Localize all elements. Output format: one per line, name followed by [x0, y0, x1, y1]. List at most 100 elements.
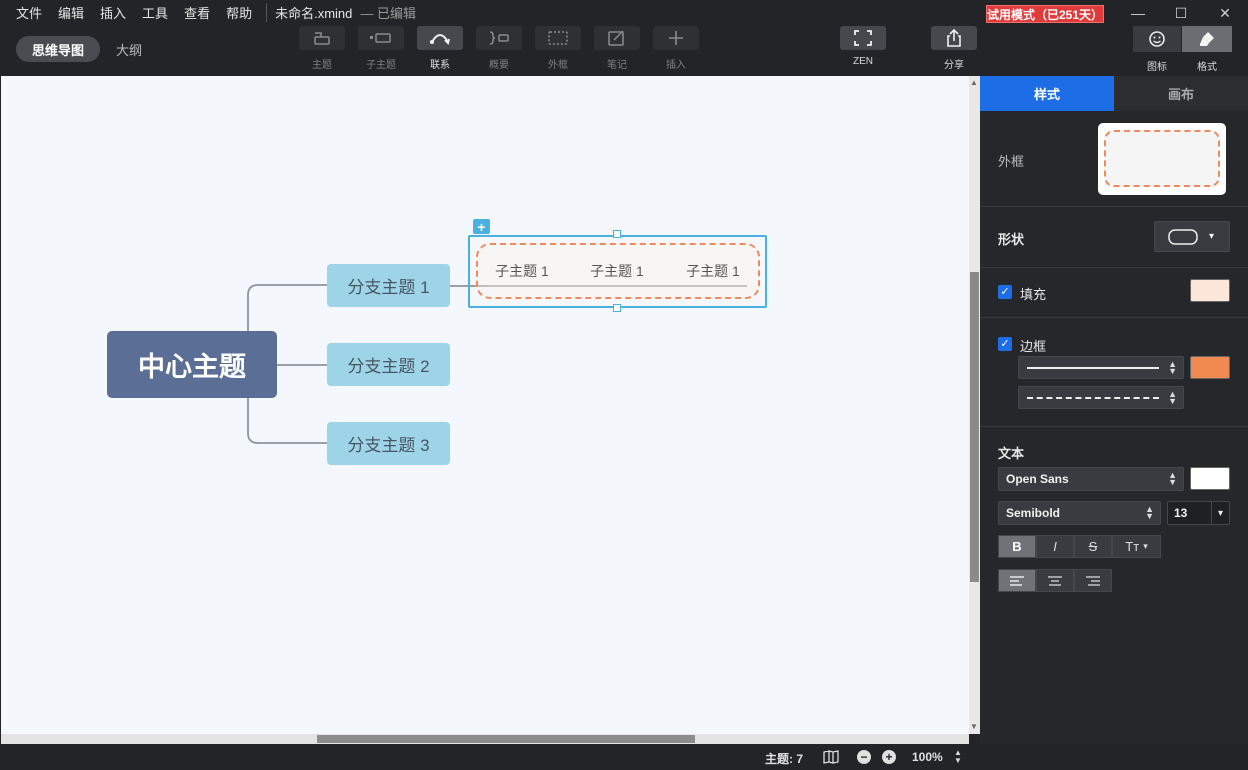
connector-lines	[246, 284, 747, 444]
trial-badge[interactable]: 试用模式（已251天）	[986, 5, 1104, 23]
subtopic-1c[interactable]: 子主题 1	[680, 260, 746, 282]
central-topic[interactable]: 中心主题	[107, 331, 277, 398]
updown-icon: ▲ ▼	[1145, 504, 1154, 521]
branch-topic-2[interactable]: 分支主题 2	[327, 343, 450, 386]
border-weight-select[interactable]: ▲ ▼	[1018, 356, 1184, 379]
icons-panel-label: 图标	[1147, 62, 1167, 73]
resize-handle-bottom[interactable]	[613, 304, 621, 312]
chevron-down-icon: ▾	[1211, 502, 1229, 524]
text-label: 文本	[998, 446, 1025, 461]
scroll-up-icon[interactable]: ▲	[970, 78, 978, 87]
topic-button[interactable]: 主题	[299, 26, 345, 71]
maximize-icon[interactable]: ☐	[1171, 4, 1191, 22]
icons-panel-button[interactable]: 图标	[1133, 26, 1181, 73]
smiley-icon	[1149, 31, 1165, 47]
boundary-preview[interactable]	[1098, 123, 1226, 195]
scroll-down-icon[interactable]: ▼	[970, 722, 978, 731]
menu-tools[interactable]: 工具	[142, 3, 168, 22]
branch-topic-1[interactable]: 分支主题 1	[327, 264, 450, 307]
align-right-icon	[1086, 575, 1100, 586]
summary-button[interactable]: 概要	[476, 26, 522, 71]
border-pattern-select[interactable]: ▲ ▼	[1018, 386, 1184, 409]
boundary-button[interactable]: 外框	[535, 26, 581, 71]
share-button[interactable]: 分享	[931, 26, 977, 71]
zen-button[interactable]: ZEN	[840, 26, 886, 67]
format-panel-button[interactable]: 格式	[1182, 26, 1232, 73]
topic-count: 主题: 7	[765, 752, 804, 766]
mindmap-mode-button[interactable]: 思维导图	[16, 36, 101, 62]
updown-icon: ▲ ▼	[1168, 388, 1177, 406]
status-bar: 主题: 7 − + 100% ▲ ▼	[0, 744, 1248, 770]
insert-label: 插入	[666, 60, 686, 71]
mindmap-canvas[interactable]: 中心主题 分支主题 1 分支主题 2 分支主题 3 子主题 1 子主题 1 子主…	[1, 76, 969, 734]
border-section: ✓ 边框 ▲ ▼ ▲ ▼	[980, 317, 1248, 426]
vertical-scroll-thumb[interactable]	[970, 272, 979, 582]
border-checkbox[interactable]: ✓	[998, 335, 1012, 353]
font-weight-value: Semibold	[1006, 506, 1061, 520]
outline-mode-button[interactable]: 大纲	[116, 40, 142, 59]
text-case-button[interactable]: Tт ▾	[1112, 535, 1161, 558]
strikethrough-icon: S	[1088, 539, 1098, 554]
zoom-in-button[interactable]: +	[882, 750, 896, 764]
branch-topic-3[interactable]: 分支主题 3	[327, 422, 450, 465]
minimize-icon[interactable]: —	[1128, 4, 1148, 22]
format-panel: 样式 画布 外框 形状 ▾ ✓ 填充 ✓ 边框 ▲ ▼ ▲ ▼ 文本 Open …	[980, 76, 1248, 744]
resize-handle-top[interactable]	[613, 230, 621, 238]
relationship-icon	[430, 34, 450, 45]
menu-insert[interactable]: 插入	[100, 3, 126, 22]
tab-canvas[interactable]: 画布	[1114, 76, 1248, 111]
summary-icon	[489, 31, 509, 45]
align-center-button[interactable]	[1036, 569, 1074, 592]
check-icon: ✓	[998, 336, 1012, 351]
strikethrough-button[interactable]: S	[1074, 535, 1112, 558]
close-icon[interactable]: ✕	[1215, 4, 1235, 22]
fill-color-swatch[interactable]	[1190, 279, 1230, 302]
text-color-swatch[interactable]	[1190, 467, 1230, 490]
add-topic-icon[interactable]: +	[473, 219, 490, 235]
map-view-button[interactable]	[822, 749, 840, 765]
boundary-icon	[548, 31, 568, 45]
italic-button[interactable]: I	[1036, 535, 1074, 558]
fill-checkbox[interactable]: ✓	[998, 283, 1012, 301]
bold-button[interactable]: B	[998, 535, 1036, 558]
menu-help[interactable]: 帮助	[226, 3, 252, 22]
subtopic-button[interactable]: 子主题	[358, 26, 404, 71]
brush-icon	[1200, 32, 1214, 46]
format-panel-label: 格式	[1197, 62, 1217, 73]
plus-icon	[669, 31, 683, 45]
align-left-icon	[1010, 575, 1024, 586]
menu-edit[interactable]: 编辑	[58, 3, 84, 22]
shape-dropdown[interactable]: ▾	[1154, 221, 1230, 252]
border-color-swatch[interactable]	[1190, 356, 1230, 379]
note-label: 笔记	[607, 60, 627, 71]
note-button[interactable]: 笔记	[594, 26, 640, 71]
align-right-button[interactable]	[1074, 569, 1112, 592]
subtopic-1b[interactable]: 子主题 1	[584, 260, 650, 282]
relationship-button[interactable]: 联系	[417, 26, 463, 71]
text-section: 文本 Open Sans ▲ ▼ Semibold ▲ ▼ 13 ▾ B I S T…	[980, 426, 1248, 606]
fill-section: ✓ 填充	[980, 267, 1248, 317]
font-size-select[interactable]: 13 ▾	[1167, 501, 1230, 525]
toolbar: 思维导图 大纲 主题 子主题 联系 概要 外框 笔记 插入 ZEN 分享 图标 …	[0, 24, 1248, 76]
view-toggle: 思维导图 大纲	[16, 36, 142, 62]
insert-button[interactable]: 插入	[653, 26, 699, 71]
xmind-window: 文件 编辑 插入 工具 查看 帮助 未命名.xmind — 已编辑 试用模式（已…	[0, 0, 1248, 770]
font-weight-select[interactable]: Semibold ▲ ▼	[998, 501, 1161, 525]
document-title: 未命名.xmind	[266, 2, 352, 22]
subtopic-1a[interactable]: 子主题 1	[489, 260, 555, 282]
zoom-stepper-icon[interactable]: ▲ ▼	[954, 749, 962, 765]
zoom-out-button[interactable]: −	[857, 750, 871, 764]
font-family-select[interactable]: Open Sans ▲ ▼	[998, 467, 1184, 491]
zoom-level[interactable]: 100%	[912, 750, 943, 764]
border-label: 边框	[1020, 339, 1047, 354]
align-left-button[interactable]	[998, 569, 1036, 592]
menu-file[interactable]: 文件	[16, 3, 42, 22]
menu-view[interactable]: 查看	[184, 3, 210, 22]
subtopic-icon	[370, 33, 391, 43]
vertical-scrollbar[interactable]: ▲ ▼	[969, 76, 980, 734]
document-status: — 已编辑	[360, 5, 417, 21]
horizontal-scroll-thumb[interactable]	[317, 735, 695, 743]
horizontal-scrollbar[interactable]	[1, 734, 969, 744]
tab-style[interactable]: 样式	[980, 76, 1114, 111]
font-family-value: Open Sans	[1006, 472, 1069, 486]
